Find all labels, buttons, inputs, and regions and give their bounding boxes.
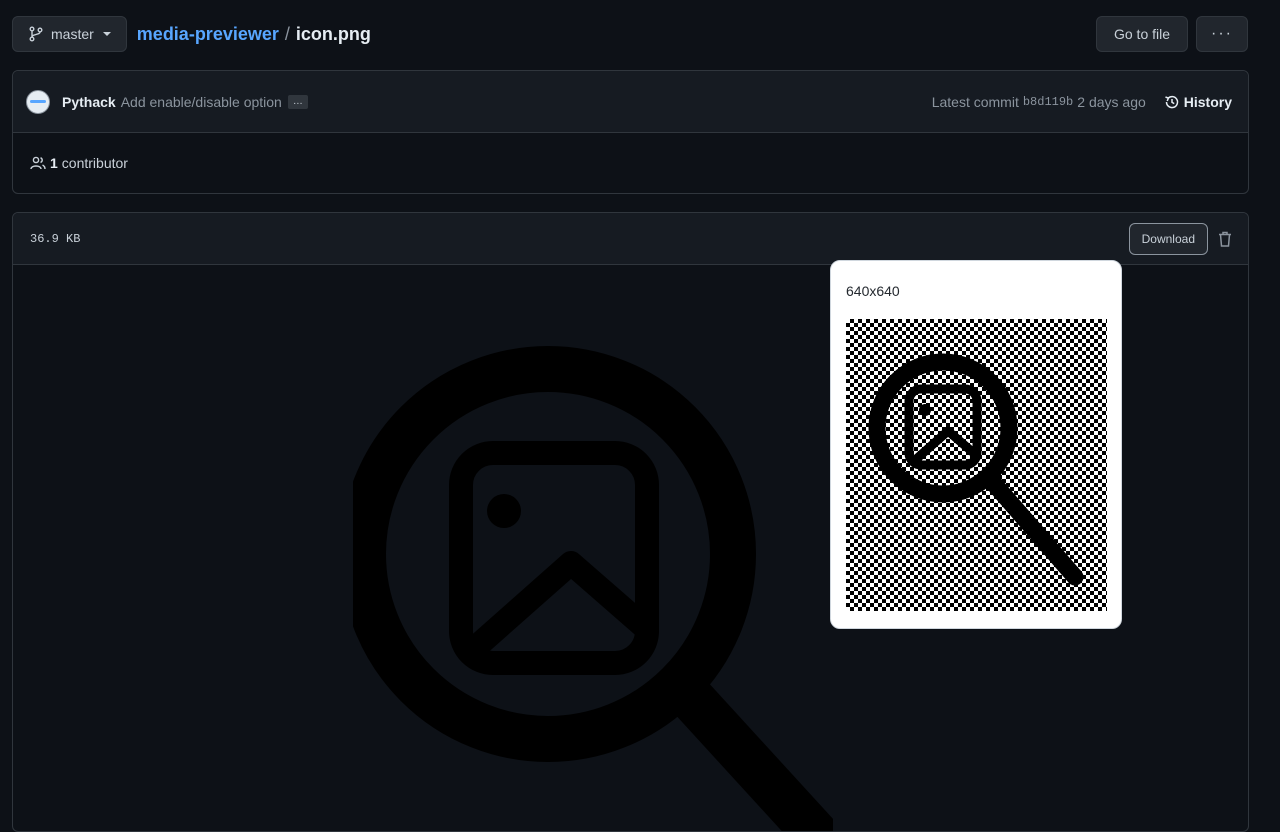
avatar-image bbox=[30, 100, 46, 103]
contributor-label: contributor bbox=[61, 155, 128, 171]
avatar[interactable] bbox=[26, 89, 50, 114]
file-nav-bar: master media-previewer / icon.png Go to … bbox=[12, 16, 1248, 52]
latest-commit-row: Pythack Add enable/disable option … Late… bbox=[13, 71, 1248, 133]
image-hover-preview: 640x640 bbox=[830, 260, 1122, 629]
commit-meta: Latest commit b8d119b 2 days ago History bbox=[932, 94, 1232, 110]
history-icon bbox=[1164, 95, 1178, 108]
commit-time: 2 days ago bbox=[1077, 93, 1146, 110]
download-button[interactable]: Download bbox=[1128, 222, 1208, 255]
breadcrumb: media-previewer / icon.png bbox=[137, 24, 371, 45]
branch-select-button[interactable]: master bbox=[12, 16, 127, 52]
history-label: History bbox=[1183, 93, 1232, 110]
commit-author-link[interactable]: Pythack bbox=[62, 94, 116, 110]
commit-sha-link[interactable]: b8d119b bbox=[1023, 95, 1073, 109]
contributor-count: 1 bbox=[50, 155, 58, 171]
git-branch-icon bbox=[29, 26, 43, 42]
file-actions: Download bbox=[1128, 222, 1234, 255]
breadcrumb-separator: / bbox=[284, 23, 290, 44]
top-actions: Go to file ··· bbox=[1096, 16, 1248, 52]
file-size: 36.9 KB bbox=[30, 231, 81, 246]
image-dimensions: 640x640 bbox=[846, 283, 900, 299]
branch-name: master bbox=[51, 26, 94, 42]
go-to-file-button[interactable]: Go to file bbox=[1096, 16, 1188, 52]
preview-thumbnail bbox=[846, 319, 1107, 611]
commit-message-link[interactable]: Add enable/disable option bbox=[121, 94, 282, 110]
image-preview bbox=[353, 346, 833, 831]
breadcrumb-file-name: icon.png bbox=[295, 23, 371, 44]
latest-commit-label: Latest commit bbox=[931, 93, 1019, 110]
trash-icon[interactable] bbox=[1216, 230, 1234, 248]
history-link[interactable]: History bbox=[1164, 94, 1232, 110]
commit-box: Pythack Add enable/disable option … Late… bbox=[12, 70, 1249, 194]
people-icon bbox=[30, 156, 46, 170]
file-header: 36.9 KB Download bbox=[13, 213, 1248, 265]
more-options-button[interactable]: ··· bbox=[1196, 16, 1248, 52]
breadcrumb-repo-link[interactable]: media-previewer bbox=[137, 24, 279, 45]
magnifier-image-icon bbox=[868, 353, 1084, 586]
contributors-row[interactable]: 1 contributor bbox=[13, 133, 1248, 193]
expand-commit-message-button[interactable]: … bbox=[287, 94, 308, 109]
caret-down-icon bbox=[102, 32, 111, 36]
